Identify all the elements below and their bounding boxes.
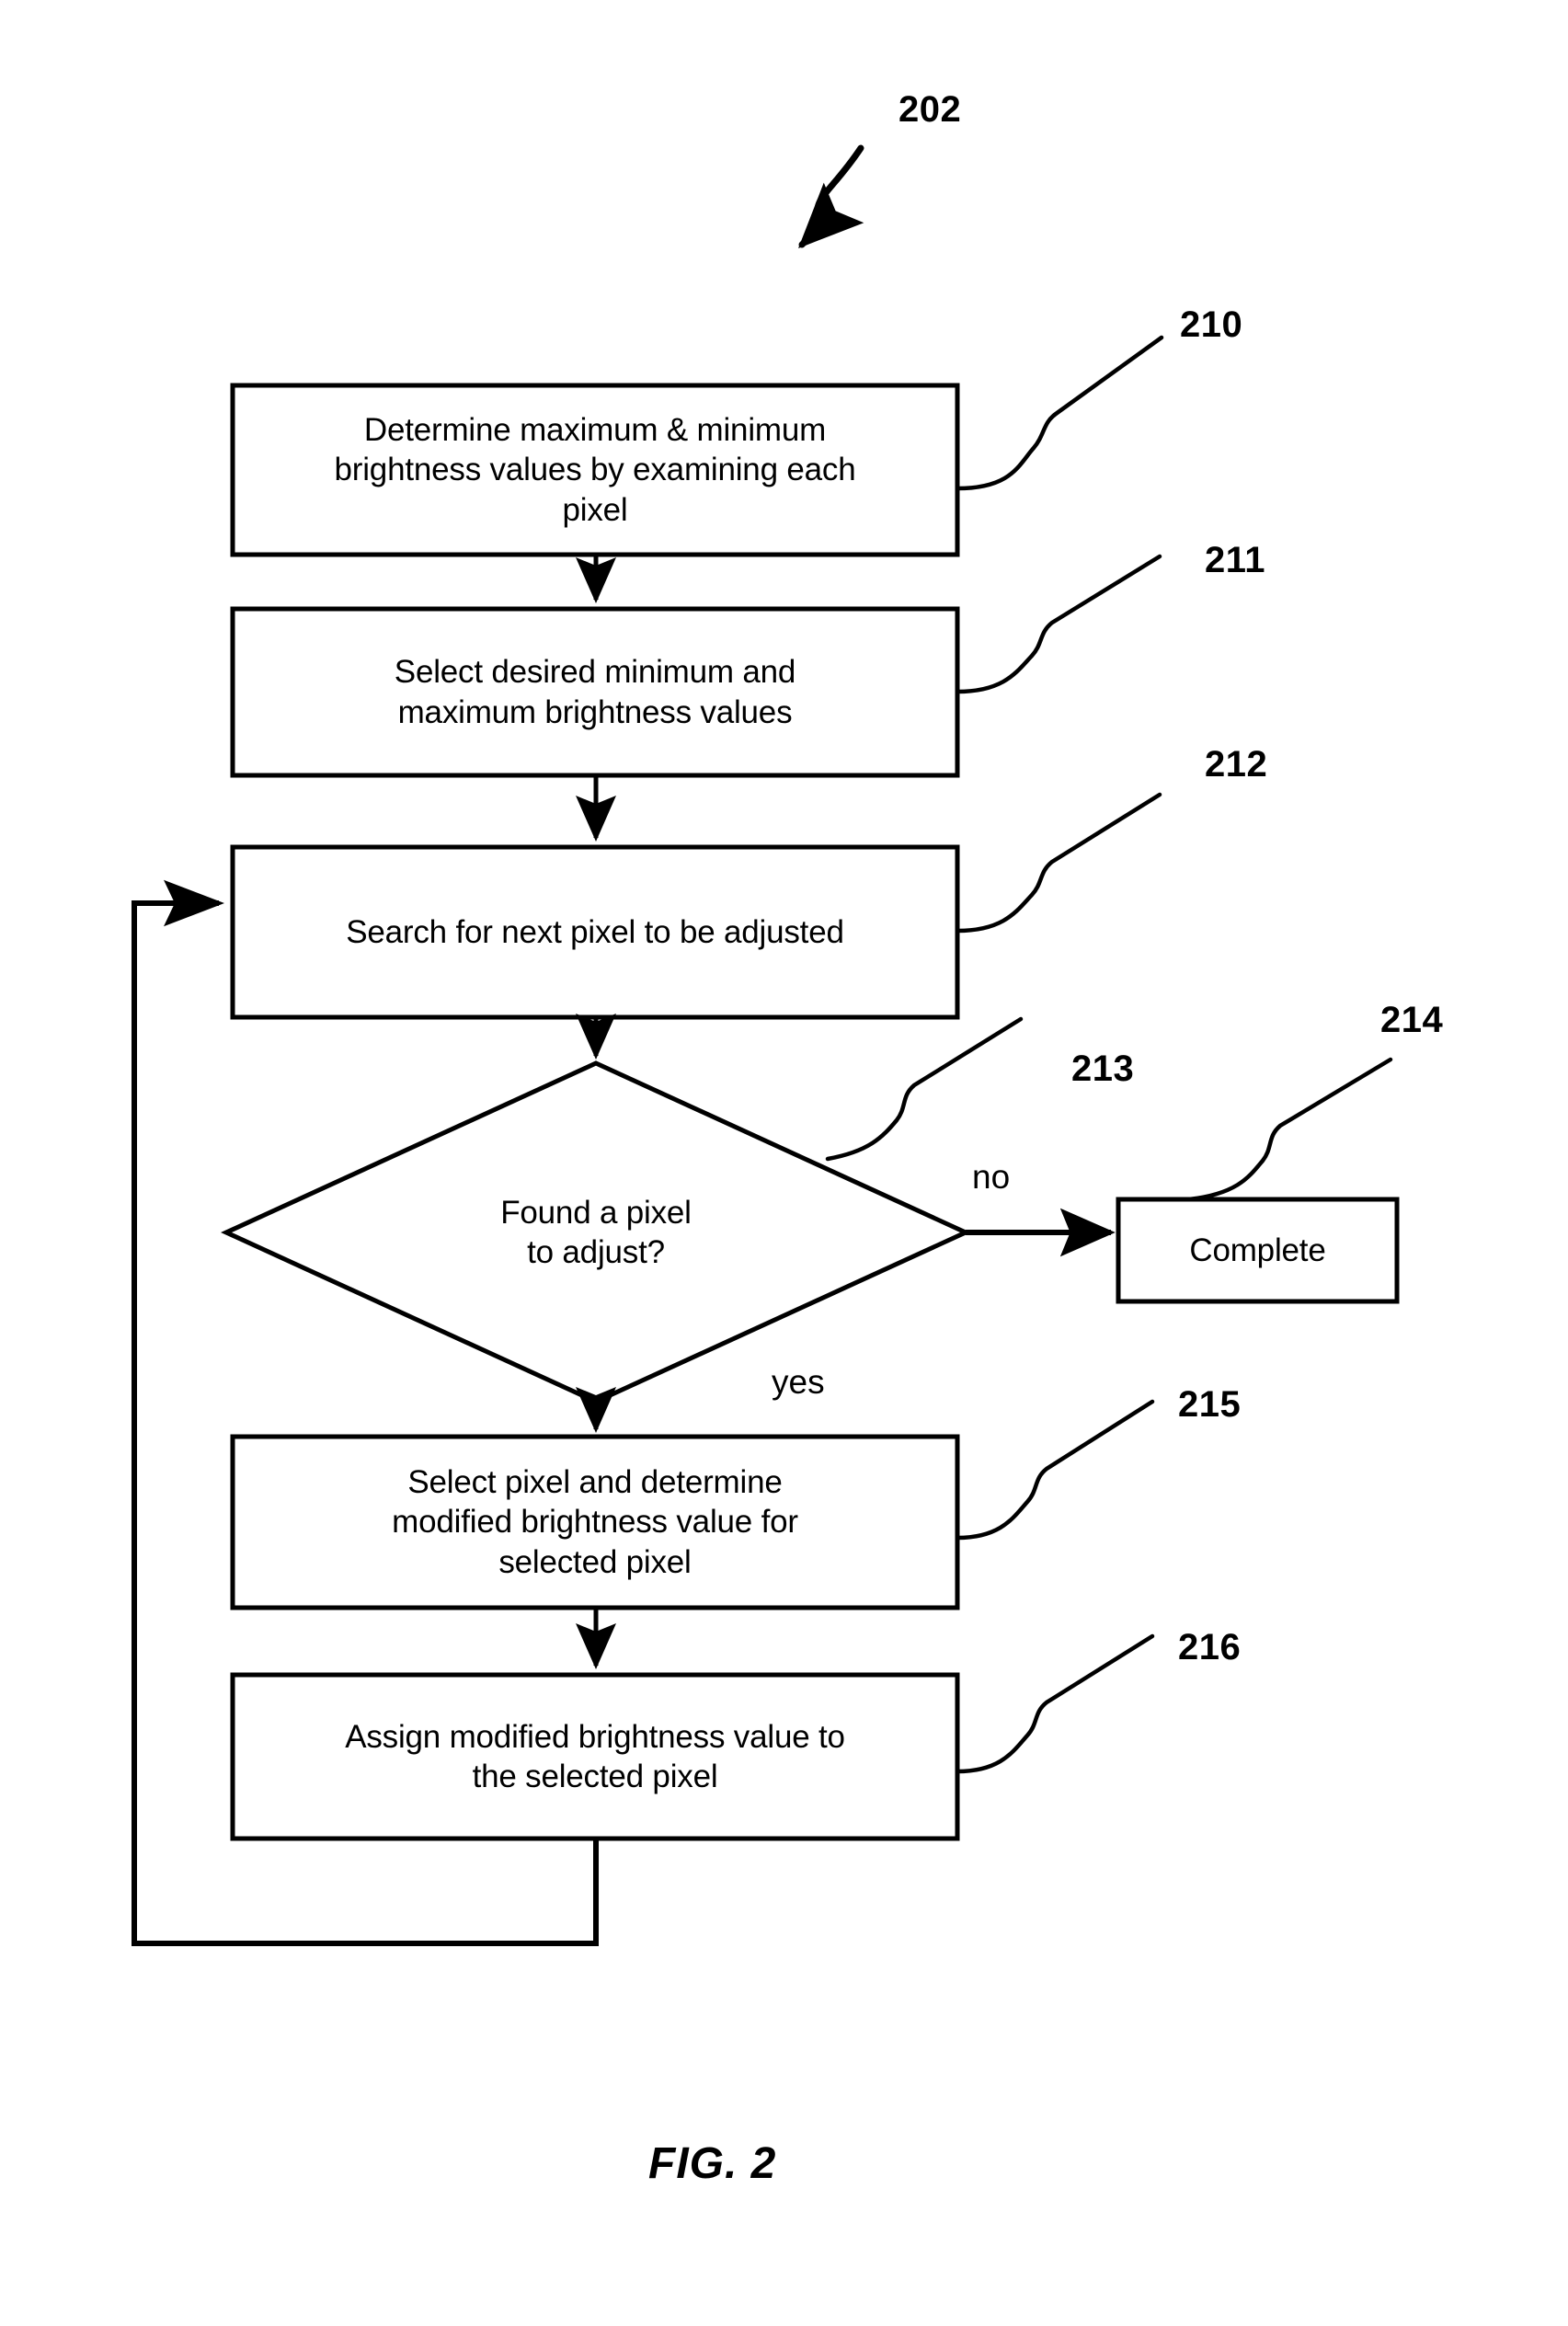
- ref-number-211: 211: [1205, 540, 1266, 580]
- node-216-shape: [230, 1672, 960, 1841]
- leader-line-212: [955, 792, 1162, 934]
- ref-number-202: 202: [898, 89, 962, 130]
- leader-line-214: [1186, 1057, 1393, 1202]
- ref-number-213: 213: [1071, 1048, 1135, 1089]
- node-212-shape: [230, 844, 960, 1020]
- node-215-shape: [230, 1434, 960, 1610]
- ref-number-215: 215: [1178, 1384, 1242, 1425]
- node-211-shape: [230, 606, 960, 778]
- node-213-shape: [220, 1060, 972, 1404]
- leader-line-216: [955, 1633, 1155, 1774]
- ref-number-214: 214: [1380, 1000, 1444, 1040]
- flowchart-canvas: [132, 144, 1400, 1946]
- patent-figure: Determine maximum & minimum brightness v…: [0, 0, 1568, 2326]
- ref-number-216: 216: [1178, 1627, 1242, 1667]
- node-210-shape: [230, 383, 960, 557]
- leader-line-215: [955, 1399, 1155, 1541]
- leader-line-211: [955, 554, 1162, 694]
- ref-number-212: 212: [1205, 744, 1268, 785]
- edge-label-no: no: [972, 1158, 1011, 1196]
- ref-number-210: 210: [1180, 304, 1243, 345]
- leader-line-213: [825, 1016, 1024, 1162]
- figure-caption: FIG. 2: [648, 2139, 777, 2188]
- leader-arrow-202: [798, 144, 864, 248]
- edge-label-yes: yes: [772, 1363, 825, 1401]
- node-214-shape: [1116, 1197, 1400, 1304]
- leader-line-210: [955, 335, 1164, 491]
